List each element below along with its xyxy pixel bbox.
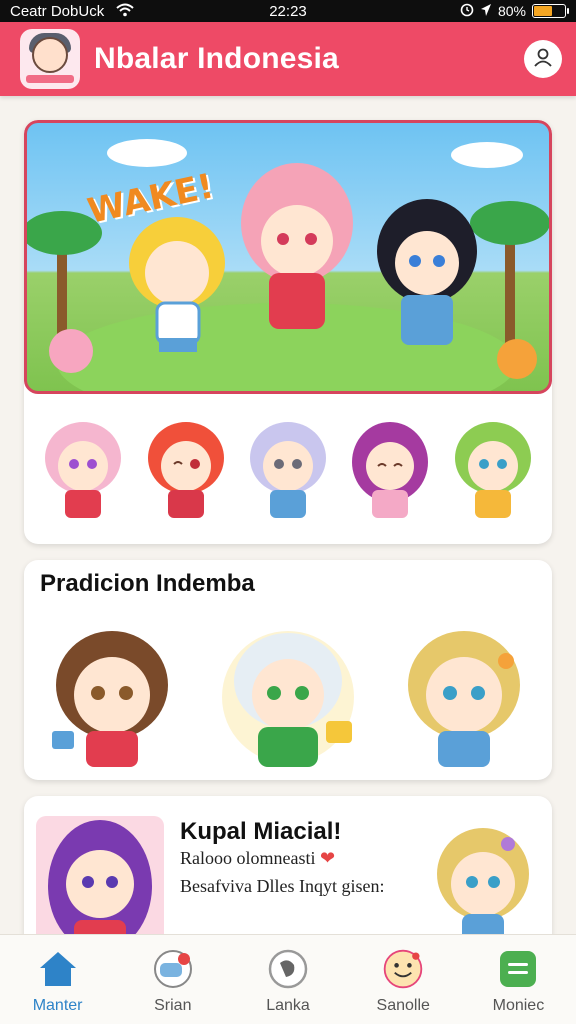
game-controller-icon bbox=[151, 947, 195, 991]
character-card[interactable] bbox=[394, 621, 534, 771]
feature-description-2: Besafviva Dlles Inqyt gisen: bbox=[180, 876, 385, 896]
hero-card[interactable]: WAKE! bbox=[24, 120, 552, 544]
menu-icon bbox=[496, 947, 540, 991]
nav-label: Lanka bbox=[266, 997, 310, 1014]
bottom-nav: Manter Srian Lanka Sanolle Moniec bbox=[0, 934, 576, 1024]
character-thumb[interactable] bbox=[142, 414, 230, 524]
character-card[interactable] bbox=[42, 621, 182, 771]
nav-item-lanka[interactable]: Lanka bbox=[230, 935, 345, 1024]
heart-icon: ❤ bbox=[319, 848, 336, 868]
section-title: Pradicion Indemba bbox=[40, 570, 255, 597]
section-card[interactable]: Pradicion Indemba bbox=[24, 560, 552, 780]
nav-label: Moniec bbox=[492, 997, 545, 1014]
profile-button[interactable] bbox=[524, 40, 562, 78]
nav-item-moniec[interactable]: Moniec bbox=[461, 935, 576, 1024]
nav-label: Manter bbox=[32, 997, 83, 1014]
app-header: Nbalar Indonesia bbox=[0, 22, 576, 96]
hero-illustration bbox=[27, 139, 549, 391]
app-logo[interactable] bbox=[20, 29, 80, 89]
character-card[interactable] bbox=[218, 621, 358, 771]
wifi-icon bbox=[116, 3, 134, 20]
nav-item-manter[interactable]: Manter bbox=[0, 935, 115, 1024]
feature-title: Kupal Miacial! bbox=[180, 818, 342, 845]
feature-description-1: Ralooo olomneasti ❤ bbox=[180, 848, 336, 868]
hero-banner[interactable]: WAKE! bbox=[24, 120, 552, 394]
home-icon bbox=[36, 947, 80, 991]
app-title: Nbalar Indonesia bbox=[94, 42, 339, 75]
character-thumb[interactable] bbox=[39, 414, 127, 524]
battery-percent: 80% bbox=[497, 3, 526, 19]
nav-item-sanolle[interactable]: Sanolle bbox=[346, 935, 461, 1024]
character-thumb[interactable] bbox=[346, 414, 434, 524]
carrier-label: Ceatr DobUck bbox=[10, 2, 105, 20]
nav-label: Srian bbox=[154, 997, 192, 1014]
section-characters bbox=[24, 616, 552, 776]
nav-item-srian[interactable]: Srian bbox=[115, 935, 230, 1024]
battery-icon bbox=[532, 4, 569, 18]
character-row bbox=[24, 394, 552, 544]
character-thumb[interactable] bbox=[449, 414, 537, 524]
globe-icon bbox=[266, 947, 310, 991]
status-bar: Ceatr DobUck 22:23 80% bbox=[0, 0, 576, 22]
location-icon bbox=[480, 3, 492, 20]
smile-face-icon bbox=[381, 947, 425, 991]
character-thumb[interactable] bbox=[244, 414, 332, 524]
nav-label: Sanolle bbox=[376, 997, 430, 1014]
user-icon bbox=[532, 46, 554, 73]
alarm-icon bbox=[460, 3, 474, 20]
